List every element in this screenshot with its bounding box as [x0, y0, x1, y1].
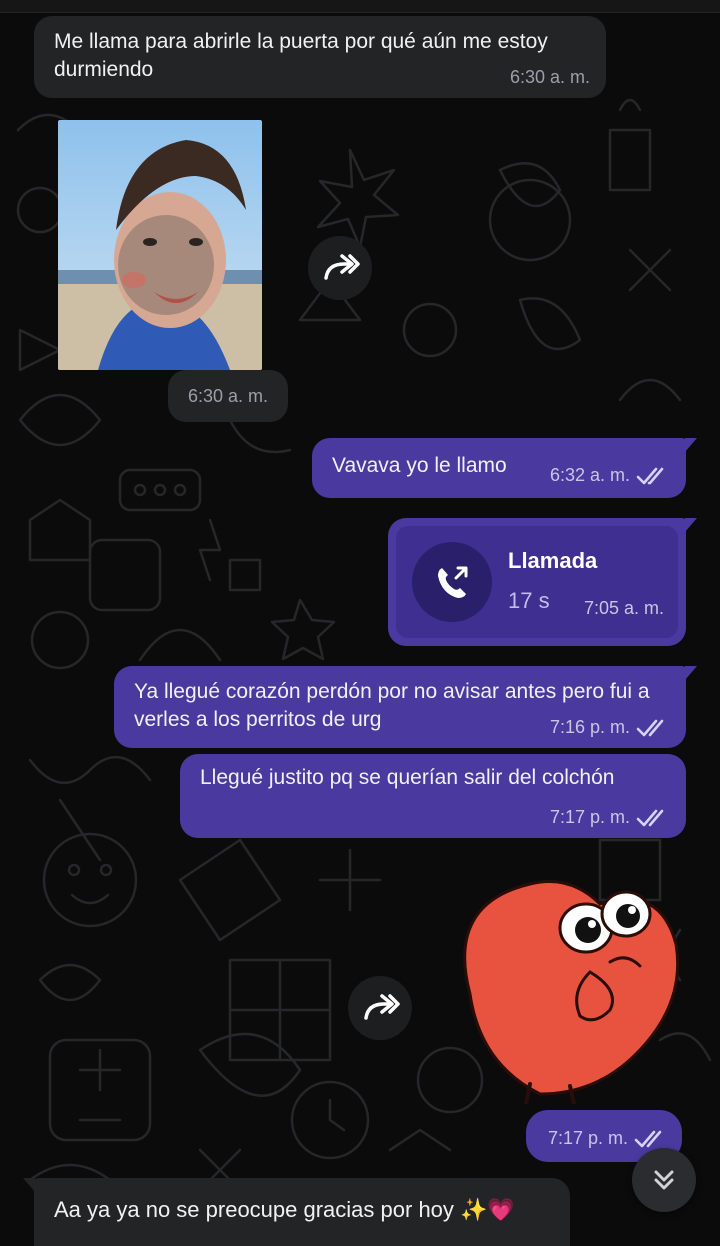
outgoing-message-bubble[interactable]: Llegué justito pq se querían salir del c…: [180, 754, 686, 838]
call-message-bubble[interactable]: Llamada 17 s 7:05 a. m.: [388, 518, 697, 646]
photo-time: 6:30 a. m.: [168, 370, 288, 422]
incoming-message-bubble[interactable]: Aa ya ya no se preocupe gracias por hoy …: [23, 1178, 570, 1246]
message-text: Llegué justito pq se querían salir del c…: [200, 766, 615, 789]
double-check-icon: [636, 719, 664, 736]
call-title: Llamada: [508, 548, 598, 573]
message-time: 6:30 a. m.: [509, 67, 590, 87]
double-check-icon: [634, 1130, 662, 1147]
outgoing-call-icon: [438, 566, 468, 598]
message-meta: 6:30 a. m.: [510, 67, 590, 88]
photo-thumbnail: [58, 120, 262, 370]
forward-icon: [364, 994, 400, 1020]
message-meta: 7:17 p. m.: [550, 807, 670, 828]
forward-button[interactable]: [348, 976, 412, 1040]
message-time: 7:17 p. m.: [549, 807, 630, 827]
double-chevron-down-icon: [654, 1170, 674, 1190]
message-text: Aa ya ya no se preocupe gracias por hoy …: [54, 1197, 515, 1222]
incoming-message-bubble[interactable]: Me llama para abrirle la puerta por qué …: [34, 16, 606, 98]
message-text: Vavava yo le llamo: [332, 454, 507, 477]
message-time: 6:30 a. m.: [187, 385, 269, 406]
message-meta: 7:16 p. m.: [550, 717, 670, 738]
forward-icon: [324, 254, 360, 280]
double-check-icon: [636, 809, 664, 826]
heart-sticker: [463, 880, 680, 1106]
call-duration: 17 s: [508, 588, 550, 613]
photo-message[interactable]: [58, 120, 262, 370]
message-time: 7:05 a. m.: [583, 598, 664, 618]
message-text: Me llama para abrirle la puerta por qué …: [54, 30, 548, 81]
forward-button[interactable]: [308, 236, 372, 300]
outgoing-message-bubble[interactable]: Vavava yo le llamo 6:32 a. m.: [312, 438, 697, 498]
message-meta: 6:32 a. m.: [550, 465, 670, 486]
message-time: 6:32 a. m.: [549, 465, 630, 485]
call-icon-badge: [412, 542, 492, 622]
message-time: 7:16 p. m.: [549, 717, 630, 737]
message-time: 7:17 p. m.: [547, 1128, 628, 1148]
message-meta: 7:17 p. m.: [548, 1128, 668, 1149]
call-card: Llamada 17 s 7:05 a. m.: [396, 526, 678, 638]
top-edge: [0, 0, 720, 13]
scroll-to-bottom-button[interactable]: [632, 1148, 696, 1212]
outgoing-message-bubble[interactable]: Ya llegué corazón perdón por no avisar a…: [114, 666, 697, 748]
double-check-icon: [636, 467, 664, 484]
sticker-message[interactable]: [440, 864, 680, 1106]
